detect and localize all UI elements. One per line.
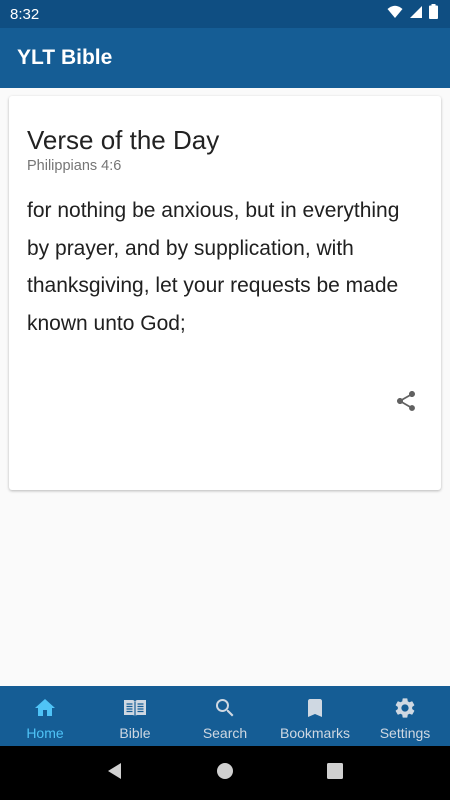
gear-icon	[392, 695, 418, 721]
back-button[interactable]	[100, 758, 130, 788]
battery-icon	[429, 4, 438, 24]
bottom-navigation: Home Bible Search Bookmarks Settings	[0, 686, 450, 746]
nav-label-search: Search	[202, 725, 248, 741]
status-time: 8:32	[10, 5, 40, 23]
verse-reference: Philippians 4:6	[27, 158, 122, 174]
share-icon	[394, 389, 418, 418]
nav-label-home: Home	[26, 725, 64, 741]
home-icon	[32, 695, 58, 721]
app-bar: YLT Bible	[0, 28, 450, 88]
verse-of-the-day-card: Verse of the Day Philippians 4:6 for not…	[9, 96, 441, 490]
card-heading: Verse of the Day	[27, 125, 220, 155]
back-triangle-icon	[106, 762, 124, 785]
nav-item-bible[interactable]: Bible	[90, 686, 180, 746]
status-bar: 8:32	[0, 0, 450, 28]
app-title: YLT Bible	[17, 46, 113, 69]
nav-item-home[interactable]: Home	[0, 686, 90, 746]
search-icon	[212, 695, 238, 721]
bookmark-icon	[302, 695, 328, 721]
share-button[interactable]	[393, 390, 419, 416]
home-system-button[interactable]	[210, 758, 240, 788]
book-icon	[122, 695, 148, 721]
nav-item-settings[interactable]: Settings	[360, 686, 450, 746]
nav-label-bookmarks: Bookmarks	[279, 725, 351, 741]
home-circle-icon	[216, 762, 234, 785]
nav-label-settings: Settings	[379, 725, 431, 741]
recents-button[interactable]	[320, 758, 350, 788]
system-navigation-bar	[0, 746, 450, 800]
signal-icon	[409, 5, 423, 24]
nav-label-bible: Bible	[119, 725, 151, 741]
status-icons	[387, 4, 438, 24]
verse-text: for nothing be anxious, but in everythin…	[27, 199, 400, 335]
wifi-icon	[387, 5, 403, 24]
nav-item-search[interactable]: Search	[180, 686, 270, 746]
nav-item-bookmarks[interactable]: Bookmarks	[270, 686, 360, 746]
recents-square-icon	[327, 762, 343, 784]
